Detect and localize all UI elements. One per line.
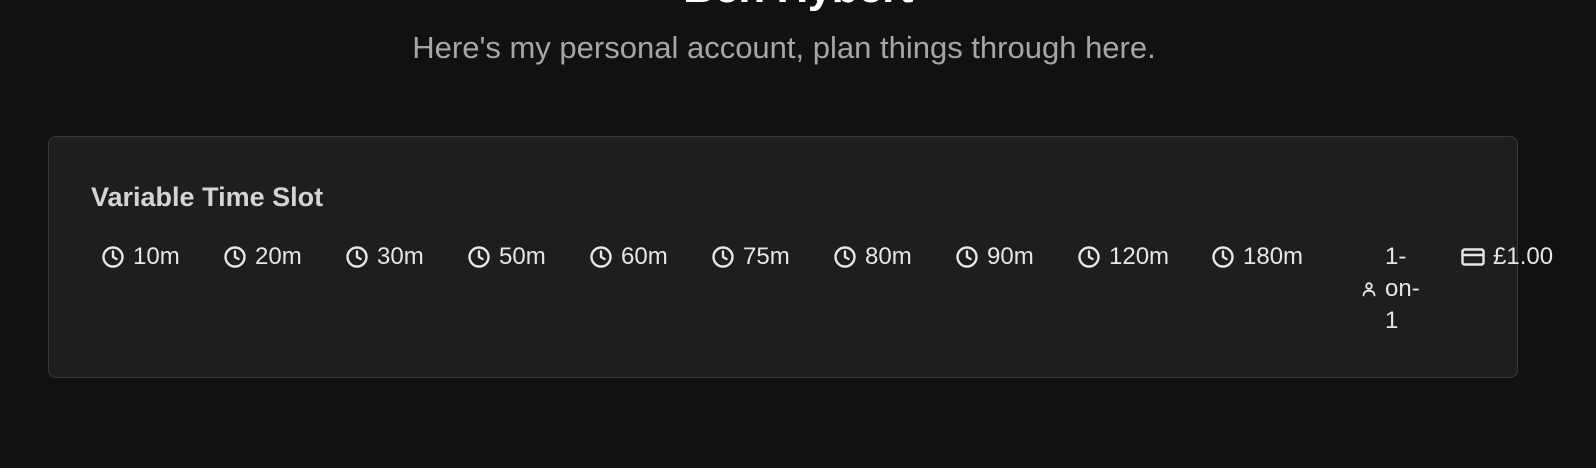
duration-label: 180m bbox=[1243, 243, 1304, 270]
profile-name: Ben Hybert bbox=[0, 0, 1596, 10]
seats-label: 1-on-1 bbox=[1385, 243, 1420, 334]
duration-label: 60m bbox=[621, 243, 668, 270]
clock-icon bbox=[102, 246, 124, 268]
duration-badge: 80m bbox=[833, 241, 955, 273]
clock-icon bbox=[956, 246, 978, 268]
duration-label: 30m bbox=[377, 243, 424, 270]
clock-icon bbox=[468, 246, 490, 268]
clock-icon bbox=[1078, 246, 1100, 268]
event-type-card[interactable]: Variable Time Slot 10m 20m 30m 50m 60m 7… bbox=[48, 136, 1553, 378]
credit-card-icon bbox=[1461, 248, 1485, 266]
clock-icon bbox=[834, 246, 856, 268]
duration-label: 20m bbox=[255, 243, 302, 270]
booking-page: Ben Hybert Here's my personal account, p… bbox=[0, 0, 1596, 468]
duration-badge: 20m bbox=[223, 241, 345, 273]
duration-label: 80m bbox=[865, 243, 912, 270]
price-badge: £1.00 bbox=[1461, 241, 1553, 273]
event-type-badges: 10m 20m 30m 50m 60m 75m 80m 90m 120m 180… bbox=[101, 241, 1577, 337]
duration-badge: 120m bbox=[1077, 241, 1211, 273]
duration-badge: 75m bbox=[711, 241, 833, 273]
event-type-title: Variable Time Slot bbox=[91, 182, 324, 212]
duration-label: 10m bbox=[133, 243, 180, 270]
clock-icon bbox=[346, 246, 368, 268]
user-icon bbox=[1362, 282, 1376, 297]
duration-badge: 10m bbox=[101, 241, 223, 273]
seats-badge: 1-on-1 bbox=[1345, 241, 1461, 337]
clock-icon bbox=[590, 246, 612, 268]
duration-label: 90m bbox=[987, 243, 1034, 270]
clock-icon bbox=[712, 246, 734, 268]
profile-description: Here's my personal account, plan things … bbox=[412, 30, 1156, 65]
duration-badge: 90m bbox=[955, 241, 1077, 273]
duration-badge: 30m bbox=[345, 241, 467, 273]
clock-icon bbox=[1212, 246, 1234, 268]
duration-label: 120m bbox=[1109, 243, 1170, 270]
duration-label: 50m bbox=[499, 243, 546, 270]
price-label: £1.00 bbox=[1493, 243, 1554, 270]
duration-label: 75m bbox=[743, 243, 790, 270]
duration-badge: 180m bbox=[1211, 241, 1345, 273]
duration-badge: 50m bbox=[467, 241, 589, 273]
clock-icon bbox=[224, 246, 246, 268]
duration-badge: 60m bbox=[589, 241, 711, 273]
